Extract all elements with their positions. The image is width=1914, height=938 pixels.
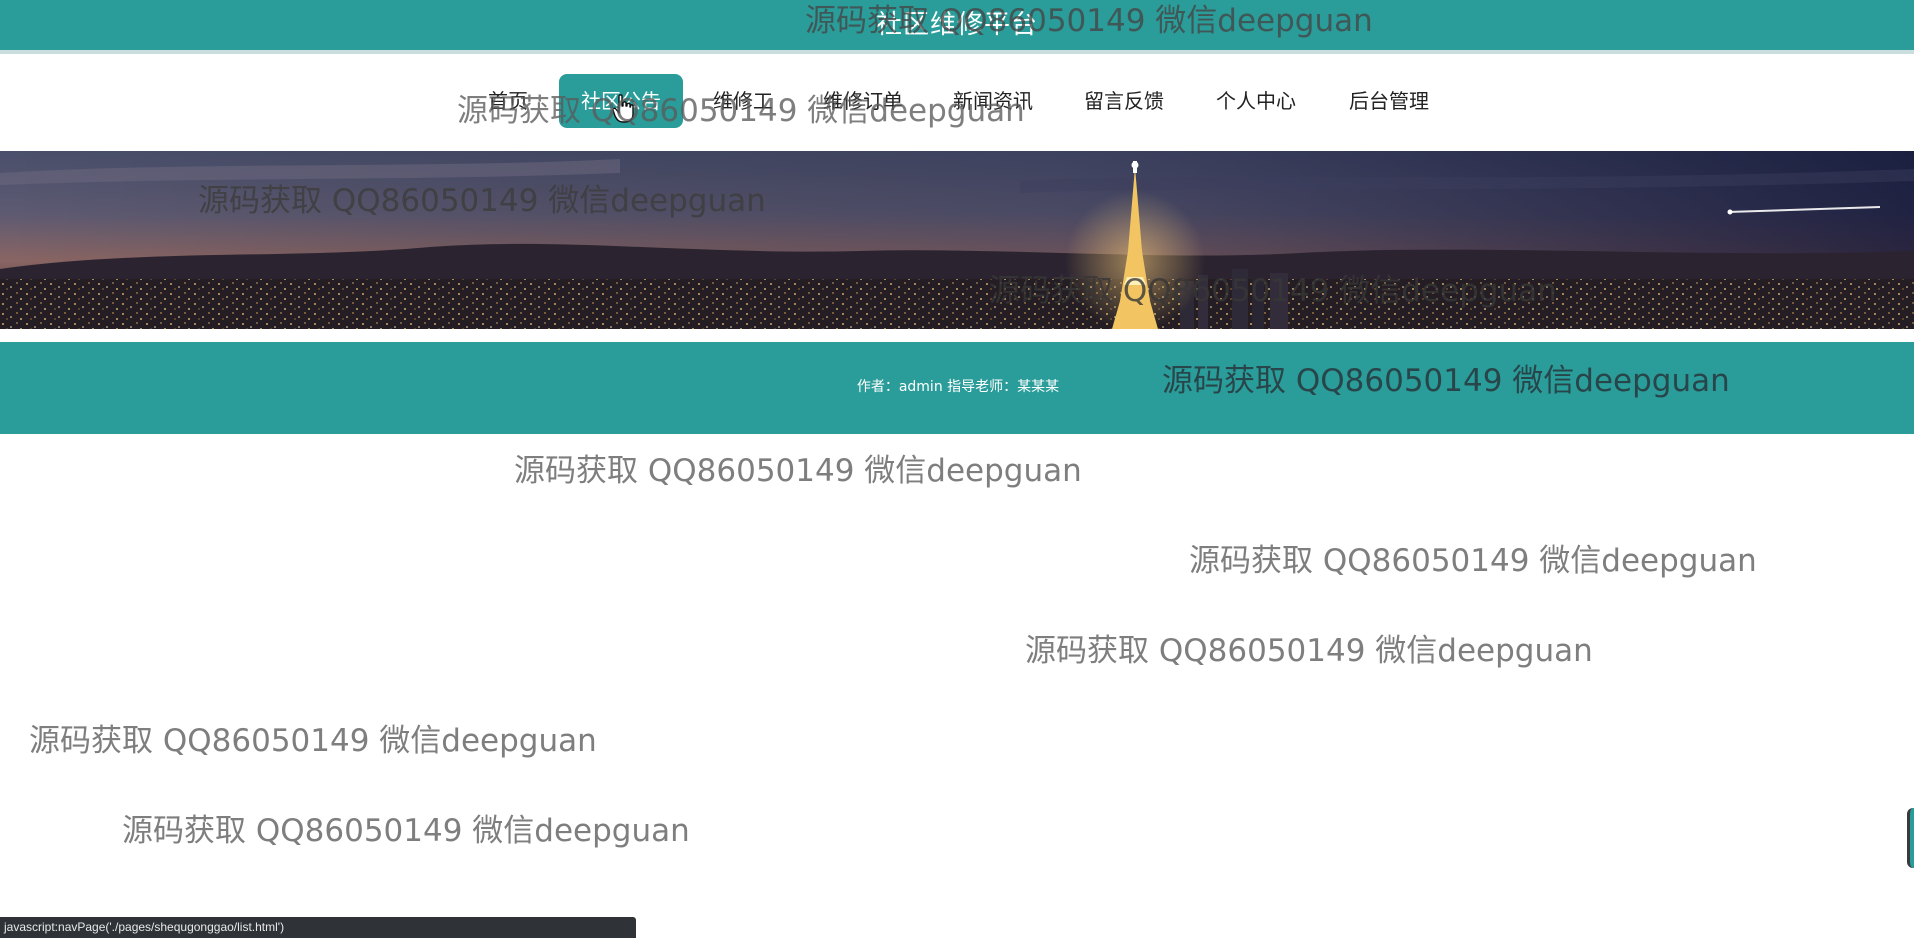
- watermark-text: 源码获取 QQ86050149 微信deepguan: [1189, 543, 1757, 579]
- watermark-text: 源码获取 QQ86050149 微信deepguan: [1025, 633, 1593, 669]
- watermark-text: 源码获取 QQ86050149 微信deepguan: [122, 813, 690, 849]
- nav-item-admin[interactable]: 后台管理: [1338, 74, 1440, 128]
- watermark-text: 源码获取 QQ86050149 微信deepguan: [1162, 363, 1730, 399]
- banner-image: [0, 151, 1914, 329]
- watermark-text: 源码获取 QQ86050149 微信deepguan: [29, 723, 597, 759]
- watermark-text: 源码获取 QQ86050149 微信deepguan: [805, 3, 1373, 39]
- watermark-text: 源码获取 QQ86050149 微信deepguan: [198, 183, 766, 219]
- watermark-text: 源码获取 QQ86050149 微信deepguan: [457, 93, 1025, 129]
- watermark-text: 源码获取 QQ86050149 微信deepguan: [989, 273, 1557, 309]
- scroll-to-top-handle[interactable]: [1907, 808, 1914, 868]
- nav-item-feedback[interactable]: 留言反馈: [1074, 74, 1174, 128]
- browser-status-bar: javascript:navPage('./pages/shequgonggao…: [0, 917, 636, 938]
- nav-item-personal-center[interactable]: 个人中心: [1206, 74, 1306, 128]
- watermark-text: 源码获取 QQ86050149 微信deepguan: [514, 453, 1082, 489]
